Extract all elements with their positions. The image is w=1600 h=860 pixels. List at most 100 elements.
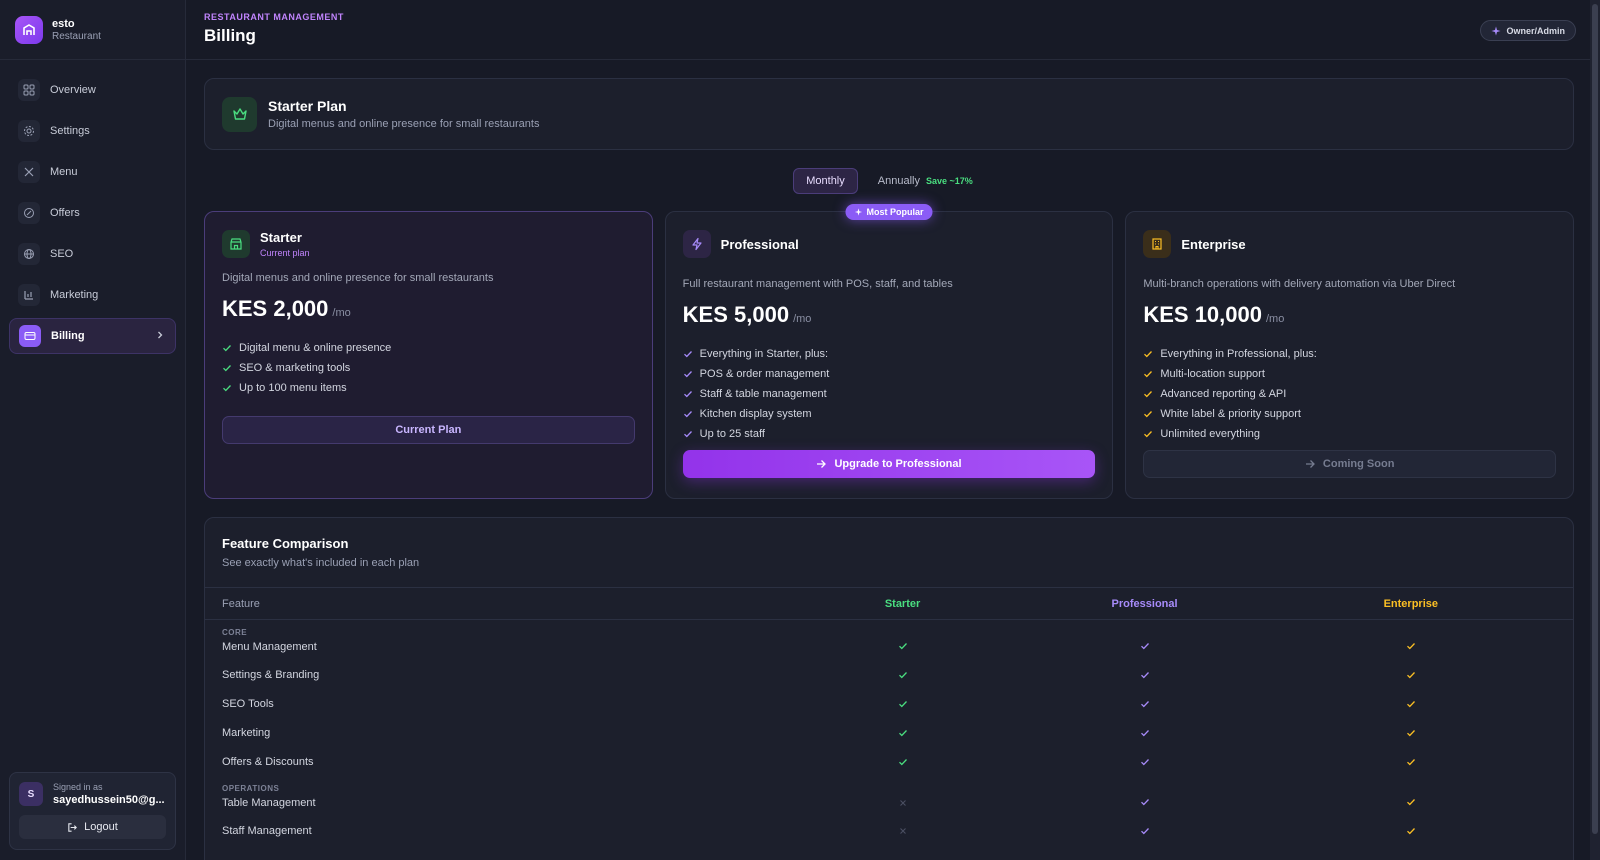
- check-icon: [1406, 799, 1415, 806]
- current-plan-banner: Starter Plan Digital menus and online pr…: [204, 78, 1574, 150]
- table-row: CORE Menu Management: [205, 620, 1573, 660]
- feature-list: Digital menu & online presence SEO & mar…: [222, 338, 635, 398]
- logout-icon: [68, 822, 78, 832]
- plan-cards: Starter Current plan Digital menus and o…: [204, 204, 1575, 499]
- check-icon: [1144, 351, 1153, 358]
- arrow-right-icon: [1305, 460, 1315, 468]
- logout-button[interactable]: Logout: [19, 815, 166, 839]
- lightning-icon: [682, 230, 711, 258]
- plan-price: KES 5,000 /mo: [683, 302, 1096, 328]
- feature-label: Unlimited everything: [1160, 428, 1260, 440]
- price-period: /mo: [793, 313, 812, 325]
- plan-price: KES 10,000 /mo: [1143, 302, 1556, 328]
- main-content: RESTAURANT MANAGEMENT Billing Owner/Admi…: [186, 0, 1600, 860]
- plan-name: Professional: [720, 236, 799, 252]
- feature-item: Unlimited everything: [1143, 424, 1556, 444]
- check-icon: [1144, 411, 1153, 418]
- sidebar-item-marketing[interactable]: Marketing: [9, 277, 176, 313]
- current-plan-subtitle: Digital menus and online presence for sm…: [268, 118, 540, 130]
- check-icon: [1140, 700, 1149, 707]
- sidebar-item-offers[interactable]: Offers: [9, 195, 176, 231]
- comparison-header-row: Feature Starter Professional Enterprise: [205, 588, 1573, 620]
- plan-price: KES 2,000 /mo: [222, 296, 635, 322]
- toggle-annually[interactable]: Annually Save ~17%: [866, 168, 985, 194]
- check-icon: [1140, 729, 1149, 736]
- feature-comparison: Feature Comparison See exactly what's in…: [204, 517, 1574, 860]
- professional-cell: [1024, 699, 1266, 709]
- button-label: Current Plan: [395, 424, 462, 436]
- sidebar-item-seo[interactable]: SEO: [9, 236, 176, 272]
- table-row: Offers & Discounts: [205, 747, 1573, 776]
- professional-cell: [1024, 826, 1266, 836]
- button-label: Upgrade to Professional: [834, 458, 962, 470]
- role-badge[interactable]: Owner/Admin: [1480, 20, 1576, 41]
- starter-cell: [782, 827, 1024, 835]
- billing-period-toggle: Monthly Annually Save ~17%: [204, 168, 1574, 194]
- role-label: Owner/Admin: [1506, 25, 1565, 36]
- sidebar-item-label: Offers: [50, 207, 80, 219]
- current-plan-title: Starter Plan: [268, 98, 347, 114]
- current-plan-button[interactable]: Current Plan: [222, 416, 635, 444]
- check-icon: [223, 385, 231, 392]
- sidebar-item-billing[interactable]: Billing: [9, 318, 176, 354]
- check-icon: [683, 351, 692, 358]
- feature-name: Marketing: [222, 726, 271, 739]
- feature-name: Settings & Branding: [222, 668, 320, 681]
- comparison-title: Feature Comparison: [222, 536, 349, 551]
- toggle-monthly-label: Monthly: [806, 175, 845, 187]
- category-label: OPERATIONS: [222, 784, 280, 793]
- feature-item: SEO & marketing tools: [222, 358, 635, 378]
- check-icon: [898, 729, 907, 736]
- plan-description: Multi-branch operations with delivery au…: [1143, 278, 1456, 290]
- scrollbar-thumb[interactable]: [1592, 4, 1598, 834]
- feature-item: White label & priority support: [1143, 404, 1556, 424]
- starter-cell: [782, 670, 1024, 680]
- toggle-monthly[interactable]: Monthly: [793, 168, 858, 194]
- upgrade-professional-button[interactable]: Upgrade to Professional: [682, 450, 1096, 478]
- feature-cell: SEO Tools: [222, 698, 782, 710]
- table-row: Settings & Branding: [205, 660, 1573, 689]
- feature-item: Up to 100 menu items: [222, 378, 635, 398]
- billing-content: Starter Plan Digital menus and online pr…: [186, 60, 1600, 860]
- category-label: CORE: [222, 628, 248, 637]
- professional-cell: [1024, 797, 1266, 809]
- check-icon: [1406, 671, 1415, 678]
- sidebar-item-label: Marketing: [50, 289, 99, 301]
- feature-name: Staff Management: [222, 824, 312, 837]
- coming-soon-button[interactable]: Coming Soon: [1143, 450, 1557, 478]
- starter-cell: [782, 641, 1024, 653]
- table-row: Staff Management: [205, 816, 1573, 845]
- current-plan-tag: Current plan: [260, 248, 310, 258]
- check-icon: [1406, 729, 1415, 736]
- feature-label: Up to 100 menu items: [239, 382, 347, 394]
- brand[interactable]: esto Restaurant: [0, 0, 185, 60]
- chevron-right-icon: [155, 330, 165, 343]
- sparkle-icon: [854, 208, 863, 216]
- building-icon: [1143, 230, 1172, 258]
- sidebar-item-label: Settings: [50, 125, 90, 137]
- feature-label: SEO & marketing tools: [239, 362, 351, 374]
- feature-label: Advanced reporting & API: [1160, 388, 1287, 400]
- price-period: /mo: [1265, 313, 1285, 325]
- feature-item: POS & order management: [683, 364, 1096, 384]
- enterprise-cell: [1266, 826, 1556, 836]
- feature-item: Staff & table management: [683, 384, 1096, 404]
- starter-cell: [782, 699, 1024, 709]
- logout-label: Logout: [84, 821, 118, 833]
- sidebar-item-menu[interactable]: Menu: [9, 154, 176, 190]
- feature-item: Everything in Professional, plus:: [1143, 344, 1556, 364]
- check-icon: [898, 671, 907, 678]
- check-icon: [683, 371, 692, 378]
- check-icon: [1406, 827, 1415, 834]
- signed-in-label: Signed in as: [53, 782, 103, 792]
- check-icon: [1406, 758, 1415, 765]
- plan-card-starter: Starter Current plan Digital menus and o…: [204, 211, 653, 499]
- sidebar-item-settings[interactable]: Settings: [9, 113, 176, 149]
- store-icon: [222, 230, 250, 258]
- sidebar-item-overview[interactable]: Overview: [9, 72, 176, 108]
- scrollbar[interactable]: [1590, 0, 1600, 860]
- feature-cell: Staff Management: [222, 825, 782, 837]
- enterprise-cell: [1266, 670, 1556, 680]
- check-icon: [898, 643, 907, 650]
- check-icon: [1144, 391, 1153, 398]
